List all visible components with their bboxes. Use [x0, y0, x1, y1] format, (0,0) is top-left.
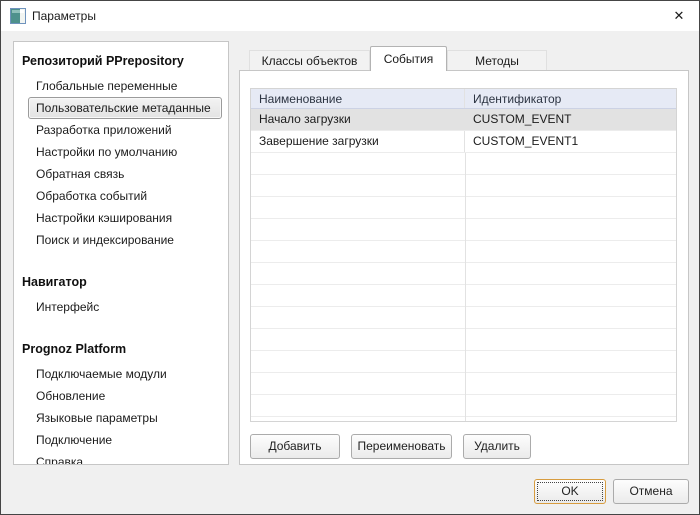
title-bar: Параметры ✕: [1, 1, 699, 31]
table-empty-rows: [251, 153, 676, 421]
tab-methods[interactable]: Методы: [447, 50, 547, 71]
nav-item-plugins[interactable]: Подключаемые модули: [28, 363, 222, 385]
nav-item-language-options[interactable]: Языковые параметры: [28, 407, 222, 429]
rename-button[interactable]: Переименовать: [351, 434, 452, 459]
options-dialog: Параметры ✕ Репозиторий PPrepository Гло…: [0, 0, 700, 515]
event-name-cell: Завершение загрузки: [251, 131, 465, 152]
event-id-cell: CUSTOM_EVENT1: [465, 131, 676, 152]
add-button[interactable]: Добавить: [250, 434, 340, 459]
cancel-button[interactable]: Отмена: [613, 479, 689, 504]
nav-item-default-settings[interactable]: Настройки по умолчанию: [28, 141, 222, 163]
close-icon[interactable]: ✕: [668, 6, 690, 26]
nav-item-global-variables[interactable]: Глобальные переменные: [28, 75, 222, 97]
tab-strip: Классы объектов События Методы: [239, 46, 547, 71]
tab-object-classes[interactable]: Классы объектов: [249, 50, 370, 71]
nav-section-navigator: Навигатор: [14, 273, 228, 291]
delete-button[interactable]: Удалить: [463, 434, 531, 459]
column-header-identifier[interactable]: Идентификатор: [465, 89, 676, 108]
nav-item-app-development[interactable]: Разработка приложений: [28, 119, 222, 141]
events-tab-panel: Наименование Идентификатор Начало загруз…: [239, 70, 689, 465]
nav-item-event-handling[interactable]: Обработка событий: [28, 185, 222, 207]
nav-item-update[interactable]: Обновление: [28, 385, 222, 407]
table-row[interactable]: Начало загрузки CUSTOM_EVENT: [251, 109, 676, 131]
settings-nav-panel: Репозиторий PPrepository Глобальные пере…: [13, 41, 229, 465]
event-id-cell: CUSTOM_EVENT: [465, 109, 676, 130]
nav-item-search-indexing[interactable]: Поиск и индексирование: [28, 229, 222, 251]
table-actions: Добавить Переименовать Удалить: [250, 434, 531, 459]
column-header-name[interactable]: Наименование: [251, 89, 465, 108]
table-row[interactable]: Завершение загрузки CUSTOM_EVENT1: [251, 131, 676, 153]
nav-item-connection[interactable]: Подключение: [28, 429, 222, 451]
app-icon: [10, 8, 26, 24]
nav-item-cache-settings[interactable]: Настройки кэширования: [28, 207, 222, 229]
nav-item-user-metadata[interactable]: Пользовательские метаданные: [28, 97, 222, 119]
tab-events[interactable]: События: [370, 46, 447, 71]
nav-item-feedback[interactable]: Обратная связь: [28, 163, 222, 185]
table-header-row: Наименование Идентификатор: [251, 89, 676, 109]
nav-item-help[interactable]: Справка: [28, 451, 222, 465]
nav-section-repository: Репозиторий PPrepository: [14, 52, 228, 70]
events-table: Наименование Идентификатор Начало загруз…: [250, 88, 677, 422]
nav-section-prognoz-platform: Prognoz Platform: [14, 340, 228, 358]
nav-item-interface[interactable]: Интерфейс: [28, 296, 222, 318]
dialog-title: Параметры: [32, 9, 96, 23]
event-name-cell: Начало загрузки: [251, 109, 465, 130]
ok-button[interactable]: OK: [534, 479, 606, 504]
